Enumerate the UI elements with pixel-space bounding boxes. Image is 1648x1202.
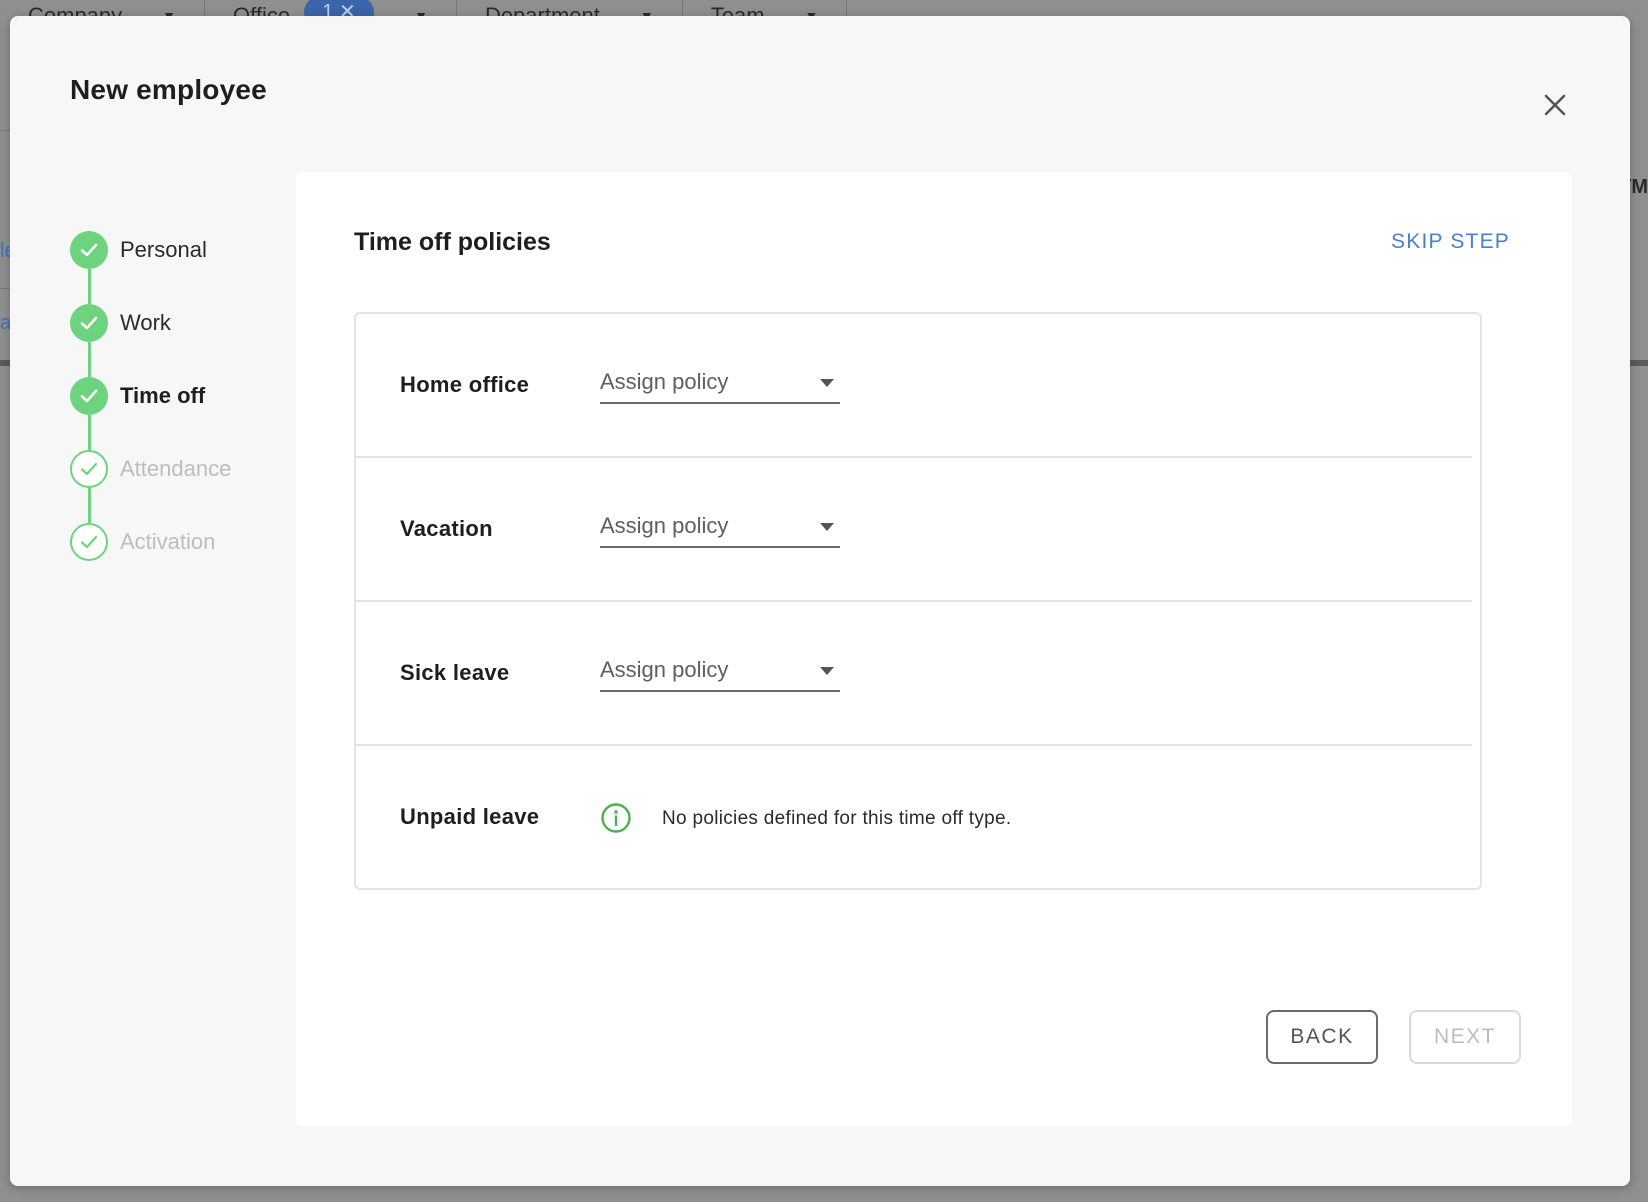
check-outline-icon — [70, 523, 108, 561]
dropdown-arrow-icon — [820, 523, 834, 531]
check-icon — [70, 231, 108, 269]
section-title: Time off policies — [354, 228, 551, 256]
assign-policy-select[interactable]: Assign policy — [600, 506, 840, 548]
check-icon — [70, 377, 108, 415]
step-label: Personal — [120, 237, 207, 262]
assign-policy-select[interactable]: Assign policy — [600, 362, 840, 404]
close-icon — [1544, 94, 1566, 116]
step-personal[interactable]: Personal — [70, 230, 310, 270]
policy-list: Home office Assign policy Vacation Assig… — [354, 312, 1482, 890]
step-label: Activation — [120, 529, 216, 554]
info-icon — [600, 802, 632, 834]
step-label: Attendance — [120, 456, 232, 481]
policy-row-home-office: Home office Assign policy — [356, 314, 1472, 458]
dropdown-arrow-icon — [820, 667, 834, 675]
policy-row-vacation: Vacation Assign policy — [356, 458, 1472, 602]
step-work[interactable]: Work — [70, 303, 310, 343]
skip-step-button[interactable]: SKIP STEP — [1391, 230, 1510, 254]
select-placeholder: Assign policy — [600, 657, 729, 682]
step-label: Work — [120, 310, 171, 335]
policy-row-label: Sick leave — [400, 660, 510, 685]
step-attendance[interactable]: Attendance — [70, 449, 310, 489]
policy-row-sick-leave: Sick leave Assign policy — [356, 602, 1472, 746]
dropdown-arrow-icon — [820, 379, 834, 387]
check-outline-icon — [70, 450, 108, 488]
back-button[interactable]: BACK — [1266, 1010, 1378, 1064]
next-button[interactable]: NEXT — [1409, 1010, 1521, 1064]
select-placeholder: Assign policy — [600, 369, 729, 394]
step-activation[interactable]: Activation — [70, 522, 310, 562]
step-connector — [88, 269, 91, 304]
policy-row-label: Unpaid leave — [400, 804, 540, 829]
bg-scroll-bar — [1630, 360, 1648, 366]
check-icon — [70, 304, 108, 342]
step-label: Time off — [120, 383, 206, 408]
no-policies-message: No policies defined for this time off ty… — [662, 808, 1012, 829]
close-button[interactable] — [1540, 90, 1570, 120]
select-placeholder: Assign policy — [600, 513, 729, 538]
step-connector — [88, 488, 91, 523]
policy-row-label: Home office — [400, 372, 530, 397]
policy-row-unpaid-leave: Unpaid leave No policies defined for thi… — [356, 746, 1480, 890]
new-employee-modal: New employee Personal Work Time off Atte… — [10, 16, 1630, 1186]
time-off-card: Time off policies SKIP STEP Home office … — [296, 172, 1572, 1126]
assign-policy-select[interactable]: Assign policy — [600, 650, 840, 692]
step-connector — [88, 342, 91, 377]
modal-title: New employee — [70, 74, 267, 105]
step-connector — [88, 415, 91, 450]
step-time-off[interactable]: Time off — [70, 376, 310, 416]
policy-row-label: Vacation — [400, 516, 493, 541]
